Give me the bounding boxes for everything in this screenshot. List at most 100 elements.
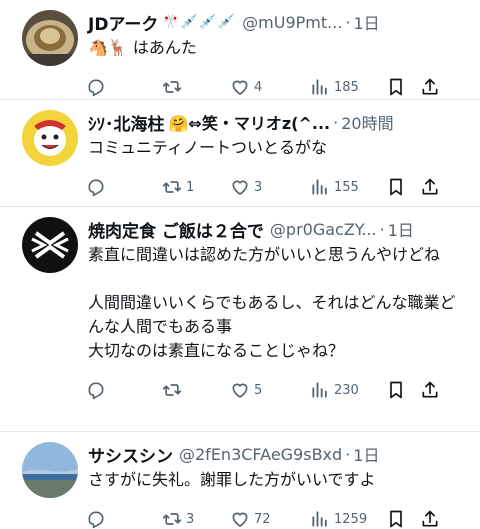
tweet-text: 🐴🦌 はあんた [88,38,197,57]
tweet-body: サシスシン @2fEn3CFAeG9sBxd · 1日 さすがに失礼。謝罪した方… [88,442,462,529]
timestamp[interactable]: 1日 [388,217,414,241]
retweet-button[interactable]: 1 [162,175,230,199]
action-bar: 3 72 1259 [86,498,462,529]
retweet-icon [162,181,182,193]
share-button[interactable] [420,507,440,529]
views-button[interactable]: 1259 [310,507,386,529]
name-emoji: 🤗⇔笑・マリオz(^... [168,114,331,133]
reply-button[interactable] [86,175,162,199]
like-button[interactable]: 72 [230,507,310,529]
share-icon [422,381,438,398]
avatar[interactable] [22,10,78,66]
retweet-icon [162,513,182,525]
display-name[interactable]: ｼｿ･北海柱 [88,110,165,135]
share-button[interactable] [420,175,440,199]
retweet-button[interactable] [162,75,230,99]
bookmark-icon [390,78,402,96]
reply-feed: JDアーク 🎌💉💉💉 @mU9Pmt... · 1日 🐴🦌 はあんた 4 185… [0,0,480,529]
like-count: 3 [254,179,263,195]
retweet-button[interactable] [162,378,230,402]
display-name[interactable]: サシスシン [88,442,173,467]
views-icon [312,382,327,398]
retweet-icon [162,384,182,396]
like-button[interactable]: 4 [230,75,310,99]
display-name[interactable]: 焼肉定食 ご飯は２合で [88,217,264,242]
reply-button[interactable] [86,378,162,402]
views-icon [312,79,327,95]
like-button[interactable]: 5 [230,378,310,402]
separator-dot: · [345,12,351,32]
avatar[interactable] [22,110,78,166]
view-count: 230 [334,382,359,398]
avatar-column [22,442,78,529]
user-handle[interactable]: @pr0GacZY... [270,220,377,239]
tweet-header: サシスシン @2fEn3CFAeG9sBxd · 1日 [88,442,462,467]
reply-button[interactable] [86,507,162,529]
reply-button[interactable] [86,75,162,99]
like-count: 72 [254,511,271,527]
views-button[interactable]: 230 [310,378,386,402]
view-count: 155 [334,179,359,195]
tweet[interactable]: JDアーク 🎌💉💉💉 @mU9Pmt... · 1日 🐴🦌 はあんた 4 185 [0,0,480,100]
bookmark-icon [390,178,402,196]
tweet-header: ｼｿ･北海柱 🤗⇔笑・マリオz(^... · 20時間 [88,110,462,135]
retweet-button[interactable]: 3 [162,507,230,529]
retweet-count: 3 [186,511,195,527]
reply-icon [88,79,104,97]
avatar-column [22,217,78,431]
share-button[interactable] [420,75,440,99]
heart-icon [232,80,248,95]
share-icon [422,78,438,95]
avatar[interactable] [22,217,78,273]
separator-dot: · [333,112,339,132]
views-button[interactable]: 155 [310,175,386,199]
user-handle[interactable]: @mU9Pmt... [242,13,342,32]
bookmark-icon [390,510,402,528]
view-count: 1259 [334,511,368,527]
tweet-body: JDアーク 🎌💉💉💉 @mU9Pmt... · 1日 🐴🦌 はあんた 4 185 [88,10,462,99]
like-count: 5 [254,382,263,398]
views-icon [312,179,327,195]
avatar-column [22,10,78,99]
separator-dot: · [379,219,385,239]
avatar[interactable] [22,442,78,498]
reply-icon [88,382,104,400]
avatar-column [22,110,78,206]
share-button[interactable] [420,378,440,402]
timestamp[interactable]: 1日 [353,442,379,466]
tweet[interactable]: サシスシン @2fEn3CFAeG9sBxd · 1日 さすがに失礼。謝罪した方… [0,432,480,529]
tweet-body: ｼｿ･北海柱 🤗⇔笑・マリオz(^... · 20時間 コミュニティノートついと… [88,110,462,206]
tweet[interactable]: 焼肉定食 ご飯は２合で @pr0GacZY... · 1日 素直に間違いは認めた… [0,207,480,432]
tweet-text: コミュニティノートついとるがな [88,138,328,157]
heart-icon [232,180,248,195]
bookmark-icon [390,381,402,399]
like-button[interactable]: 3 [230,175,310,199]
views-button[interactable]: 185 [310,75,386,99]
tweet-header: 焼肉定食 ご飯は２合で @pr0GacZY... · 1日 [88,217,462,242]
views-icon [312,511,327,527]
bookmark-button[interactable] [386,378,420,402]
tweet-body: 焼肉定食 ご飯は２合で @pr0GacZY... · 1日 素直に間違いは認めた… [88,217,462,431]
timestamp[interactable]: 1日 [354,10,380,34]
action-bar: 1 3 155 [86,166,462,208]
name-emoji: 🎌💉💉💉 [162,14,237,30]
user-handle[interactable]: @2fEn3CFAeG9sBxd [179,445,342,464]
display-name[interactable]: JDアーク [88,10,158,35]
action-bar: 5 230 [86,369,462,411]
tweet-text: 素直に間違いは認めた方がいいと思うんやけどね 人間間違いいくらでもあるし、それは… [88,245,456,360]
view-count: 185 [334,79,359,95]
retweet-icon [162,81,182,93]
timestamp[interactable]: 20時間 [341,110,393,134]
like-count: 4 [254,79,263,95]
separator-dot: · [345,444,351,464]
bookmark-button[interactable] [386,507,420,529]
bookmark-button[interactable] [386,175,420,199]
heart-icon [232,512,248,527]
retweet-count: 1 [186,179,195,195]
tweet-header: JDアーク 🎌💉💉💉 @mU9Pmt... · 1日 [88,10,462,35]
bookmark-button[interactable] [386,75,420,99]
tweet[interactable]: ｼｿ･北海柱 🤗⇔笑・マリオz(^... · 20時間 コミュニティノートついと… [0,100,480,207]
share-icon [422,178,438,195]
reply-icon [88,179,104,197]
reply-icon [88,511,104,529]
